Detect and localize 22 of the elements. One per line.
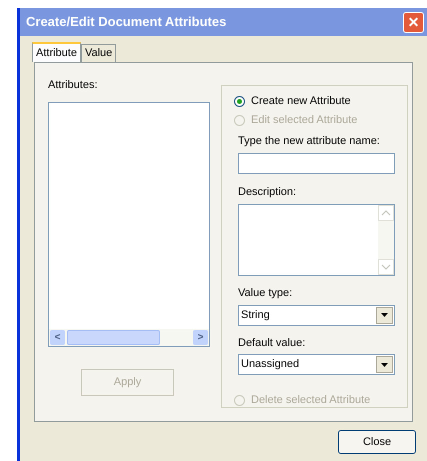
name-label: Type the new attribute name: (238, 134, 381, 149)
attributes-list[interactable]: < > (48, 102, 210, 346)
description-field[interactable] (238, 204, 395, 276)
scroll-right-button[interactable]: > (193, 330, 208, 344)
radio-option[interactable]: Create new Attribute (234, 94, 395, 108)
window-title: Create/Edit Document Attributes (26, 13, 226, 32)
value-type-label: Value type: (238, 286, 294, 301)
attributes-label: Attributes: (48, 78, 99, 93)
close-button[interactable]: × (403, 12, 424, 32)
scroll-thumb[interactable] (67, 330, 160, 344)
tab[interactable]: Attribute (32, 42, 81, 62)
default-value-label: Default value: (238, 336, 306, 350)
close-dialog-button[interactable]: Close (338, 430, 416, 454)
attribute-name-field[interactable] (238, 152, 395, 174)
dropdown[interactable]: String (238, 304, 395, 326)
horizontal-scrollbar[interactable]: < > (49, 328, 209, 346)
scroll-down-icon (378, 259, 394, 275)
description-label: Description: (238, 184, 298, 200)
dropdown[interactable]: Unassigned (238, 354, 395, 375)
tab[interactable]: Value (80, 44, 116, 62)
scroll-up-icon (378, 205, 394, 221)
scroll-left-button[interactable]: < (50, 330, 65, 344)
